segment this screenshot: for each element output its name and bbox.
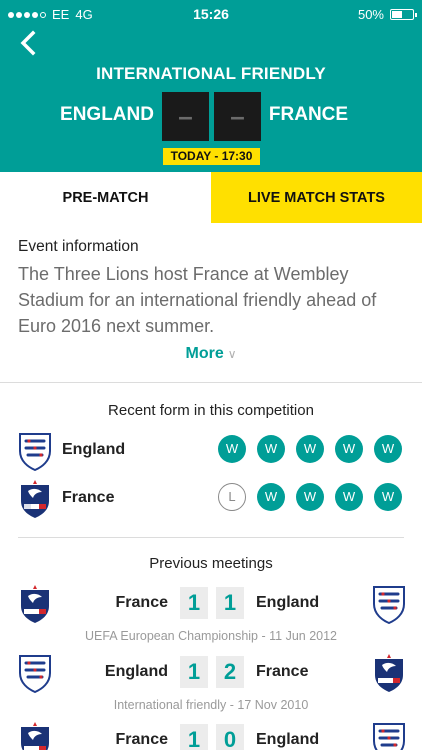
kickoff-badge: TODAY - 17:30 bbox=[163, 148, 260, 165]
meeting-right-team: France bbox=[256, 663, 309, 680]
home-score: – bbox=[162, 92, 209, 141]
meeting-right-team: England bbox=[256, 731, 320, 748]
england-crest-icon bbox=[18, 431, 52, 471]
event-info-label: Event information bbox=[18, 238, 139, 255]
france-crest-icon bbox=[372, 653, 406, 693]
chevron-down-icon: ∨ bbox=[227, 347, 237, 361]
form-team-name: England bbox=[62, 441, 126, 458]
meeting-row[interactable]: France 1 1 England UEFA European Champio… bbox=[0, 583, 422, 643]
meeting-right-score: 2 bbox=[216, 656, 244, 688]
back-button[interactable] bbox=[14, 28, 44, 58]
form-results: L W W W W bbox=[218, 483, 402, 511]
battery-icon bbox=[390, 9, 417, 20]
tab-bar: PRE-MATCH LIVE MATCH STATS bbox=[0, 172, 422, 223]
status-bar: EE 4G 15:26 50% bbox=[0, 0, 422, 28]
away-team-name: FRANCE bbox=[268, 104, 349, 125]
divider bbox=[0, 382, 422, 383]
form-result-win: W bbox=[335, 483, 363, 511]
england-crest-icon bbox=[18, 653, 52, 693]
home-team-name: ENGLAND bbox=[60, 104, 154, 125]
meeting-row[interactable]: England 1 2 France International friendl… bbox=[0, 652, 422, 712]
match-header: EE 4G 15:26 50% INTERNATIONAL FRIENDLY E… bbox=[0, 0, 422, 172]
recent-form-title: Recent form in this competition bbox=[108, 402, 314, 419]
form-result-loss: L bbox=[218, 483, 246, 511]
france-crest-icon bbox=[18, 479, 52, 519]
form-row-france[interactable]: France L W W W W bbox=[0, 478, 422, 524]
form-result-win: W bbox=[257, 435, 285, 463]
status-right: 50% bbox=[357, 7, 417, 22]
form-result-win: W bbox=[257, 483, 285, 511]
meeting-info: International friendly - 17 Nov 2010 bbox=[113, 698, 309, 712]
form-team-name: France bbox=[62, 489, 115, 506]
meeting-right-score: 0 bbox=[216, 724, 244, 750]
form-results: W W W W W bbox=[218, 435, 402, 463]
england-crest-icon bbox=[372, 584, 406, 624]
previous-meetings-title: Previous meetings bbox=[149, 555, 273, 572]
competition-title: INTERNATIONAL FRIENDLY bbox=[96, 64, 326, 83]
form-result-win: W bbox=[335, 435, 363, 463]
form-result-win: W bbox=[374, 483, 402, 511]
more-label: More bbox=[185, 345, 224, 362]
chevron-left-icon bbox=[20, 30, 36, 56]
meeting-left-team: France bbox=[115, 731, 168, 748]
form-row-england[interactable]: England W W W W W bbox=[0, 430, 422, 476]
meeting-left-score: 1 bbox=[180, 724, 208, 750]
battery-percent: 50% bbox=[357, 7, 384, 22]
meeting-left-team: France bbox=[115, 594, 168, 611]
meeting-row[interactable]: France 1 0 England bbox=[0, 720, 422, 750]
form-result-win: W bbox=[218, 435, 246, 463]
meeting-info: UEFA European Championship - 11 Jun 2012 bbox=[84, 629, 337, 643]
divider bbox=[18, 537, 404, 538]
england-crest-icon bbox=[372, 721, 406, 750]
meeting-right-score: 1 bbox=[216, 587, 244, 619]
form-result-win: W bbox=[296, 435, 324, 463]
france-crest-icon bbox=[18, 721, 52, 750]
event-information: Event information The Three Lions host F… bbox=[18, 238, 406, 339]
tab-live-match-stats[interactable]: LIVE MATCH STATS bbox=[211, 172, 422, 223]
meeting-right-team: England bbox=[256, 594, 320, 611]
more-button[interactable]: More ∨ bbox=[0, 345, 422, 363]
form-result-win: W bbox=[374, 435, 402, 463]
tab-pre-match[interactable]: PRE-MATCH bbox=[0, 172, 211, 223]
event-description: The Three Lions host France at Wembley S… bbox=[18, 264, 377, 336]
meeting-left-score: 1 bbox=[180, 587, 208, 619]
form-result-win: W bbox=[296, 483, 324, 511]
meeting-left-score: 1 bbox=[180, 656, 208, 688]
meeting-left-team: England bbox=[104, 663, 168, 680]
france-crest-icon bbox=[18, 584, 52, 624]
battery-fill bbox=[392, 11, 402, 18]
